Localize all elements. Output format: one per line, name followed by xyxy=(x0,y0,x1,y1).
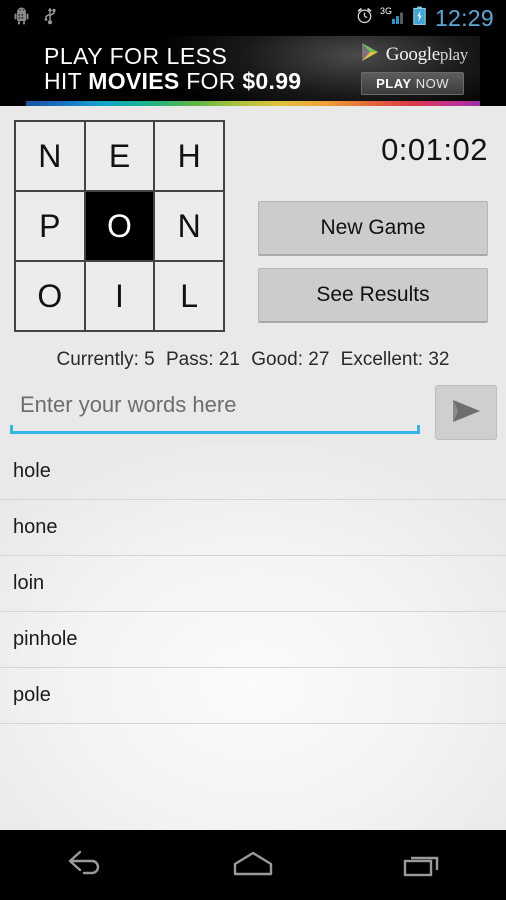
play-now-button[interactable]: PLAY NOW xyxy=(361,72,464,95)
grid-cell[interactable]: P xyxy=(16,192,84,260)
send-button[interactable] xyxy=(435,385,497,440)
grid-cell-selected[interactable]: O xyxy=(85,192,154,260)
list-item[interactable]: pole xyxy=(0,668,506,724)
word-entry-row xyxy=(0,382,506,444)
list-item[interactable]: pinhole xyxy=(0,612,506,668)
status-bar: 3G 12:29 xyxy=(0,0,506,36)
new-game-button[interactable]: New Game xyxy=(258,201,488,256)
grid-cell[interactable]: H xyxy=(155,122,223,190)
score-currently: Currently: 5 xyxy=(56,349,155,370)
ad-hit-text: HIT xyxy=(44,68,89,94)
ad-headline-line-2: HIT MOVIES FOR $0.99 xyxy=(44,69,301,94)
grid-cell[interactable]: I xyxy=(85,262,154,330)
grid-cell[interactable]: L xyxy=(155,262,223,330)
alarm-clock-icon xyxy=(356,7,373,29)
score-good: Good: 27 xyxy=(251,349,330,370)
android-debug-icon xyxy=(14,7,29,30)
game-timer: 0:01:02 xyxy=(381,132,488,167)
brand-play: play xyxy=(439,44,468,64)
recents-button[interactable] xyxy=(337,830,506,900)
grid-cell[interactable]: E xyxy=(85,122,154,190)
found-words-list[interactable]: hole hone loin pinhole pole xyxy=(0,444,506,830)
grid-cell[interactable]: O xyxy=(16,262,84,330)
ad-for-text: FOR xyxy=(179,68,243,94)
send-arrow-icon xyxy=(449,398,483,427)
grid-cell[interactable]: N xyxy=(155,192,223,260)
ad-price-text: $0.99 xyxy=(242,68,302,94)
letter-grid[interactable]: N E H P O N O I L xyxy=(14,120,225,332)
grid-cell[interactable]: N xyxy=(16,122,84,190)
score-excellent: Excellent: 32 xyxy=(340,349,450,370)
ad-copy: PLAY FOR LESS HIT MOVIES FOR $0.99 xyxy=(44,44,301,94)
back-icon xyxy=(62,848,106,883)
status-bar-right-icons: 3G 12:29 xyxy=(356,6,506,30)
ad-movies-text: MOVIES xyxy=(88,68,180,94)
list-item[interactable]: loin xyxy=(0,556,506,612)
play-now-rest: NOW xyxy=(411,76,449,91)
back-button[interactable] xyxy=(0,830,169,900)
list-item[interactable]: hone xyxy=(0,500,506,556)
phone-screen: 3G 12:29 PLAY FOR LESS HIT MOVIES FOR $0… xyxy=(0,0,506,900)
brand-google: Google xyxy=(385,43,440,65)
google-play-wordmark: Googleplay xyxy=(385,43,469,66)
google-play-ad-banner[interactable]: PLAY FOR LESS HIT MOVIES FOR $0.99 Googl… xyxy=(26,36,480,106)
see-results-button[interactable]: See Results xyxy=(258,268,488,323)
svg-text:3G: 3G xyxy=(380,6,392,16)
google-play-brand: Googleplay xyxy=(359,41,468,68)
score-pass: Pass: 21 xyxy=(166,349,240,370)
google-play-triangle-icon xyxy=(359,41,381,68)
home-button[interactable] xyxy=(169,830,338,900)
android-navigation-bar xyxy=(0,830,506,900)
status-bar-left-icons xyxy=(0,7,356,30)
battery-charging-icon xyxy=(413,6,426,30)
input-underline-tick-right xyxy=(417,425,420,434)
ad-headline-line-1: PLAY FOR LESS xyxy=(44,43,228,69)
input-underline-tick-left xyxy=(10,425,13,434)
home-icon xyxy=(229,848,277,883)
usb-icon xyxy=(43,7,57,30)
play-now-bold: PLAY xyxy=(376,76,412,91)
score-status-line: Currently: 5 Pass: 21 Good: 27 Excellent… xyxy=(0,349,506,371)
status-bar-clock: 12:29 xyxy=(434,4,494,31)
recents-icon xyxy=(400,848,444,883)
signal-3g-icon: 3G xyxy=(380,6,406,30)
list-item[interactable]: hole xyxy=(0,444,506,500)
word-input[interactable] xyxy=(10,384,420,434)
app-content: N E H P O N O I L 0:01:02 New Game See R… xyxy=(0,106,506,830)
